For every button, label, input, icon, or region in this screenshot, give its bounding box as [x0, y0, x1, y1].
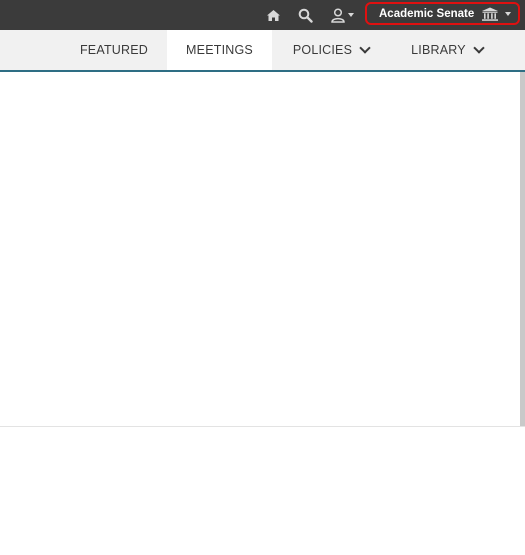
policies-chevron-down-icon [359, 42, 371, 54]
nav-featured-label: FEATURED [79, 43, 149, 57]
org-switcher[interactable]: Academic Senate [365, 2, 520, 25]
org-switcher-label: Academic Senate [379, 7, 475, 20]
vertical-scrollbar[interactable] [520, 72, 525, 426]
nav-featured[interactable]: FEATURED [70, 30, 158, 70]
nav-policies-label: POLICIES [292, 43, 353, 57]
content-bottom-divider [0, 426, 525, 427]
user-icon[interactable] [330, 7, 346, 23]
nav-meetings[interactable]: MEETINGS [167, 30, 272, 70]
nav-library-label: LIBRARY [411, 43, 466, 57]
nav-meetings-label: MEETINGS [186, 43, 253, 57]
search-icon[interactable] [297, 7, 313, 23]
nav-library[interactable]: LIBRARY [402, 30, 492, 70]
home-icon[interactable] [265, 7, 281, 23]
main-content-area [0, 72, 520, 426]
nav-policies[interactable]: POLICIES [285, 30, 377, 70]
org-switcher-caret-icon [505, 12, 511, 16]
user-menu-caret-icon[interactable] [348, 13, 354, 17]
library-chevron-down-icon [473, 42, 485, 54]
top-utility-bar: Academic Senate [0, 0, 525, 30]
main-navigation: FEATURED MEETINGS POLICIES LIBRARY [0, 30, 525, 72]
institution-icon [481, 7, 499, 27]
